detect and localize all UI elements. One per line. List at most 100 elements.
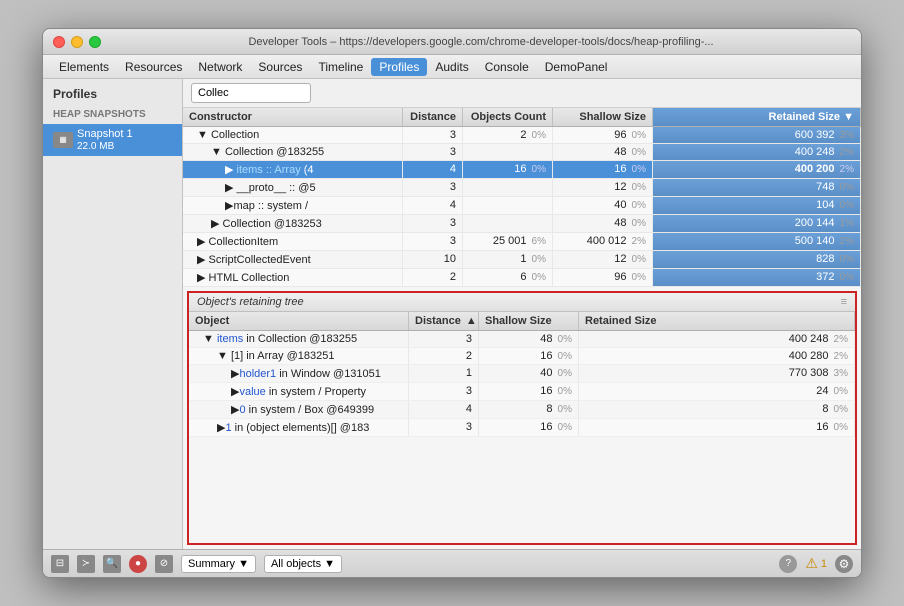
all-objects-dropdown[interactable]: All objects ▼ <box>264 555 342 573</box>
window-title: Developer Tools – https://developers.goo… <box>111 36 851 48</box>
devtools-window: Developer Tools – https://developers.goo… <box>42 28 862 578</box>
retaining-header: Object's retaining tree ≡ <box>189 293 855 312</box>
ret-object: ▶holder1 in Window @131051 <box>189 365 409 382</box>
retaining-row[interactable]: ▶0 in system / Box @649399 4 8 0% 8 0% <box>189 401 855 419</box>
search-icon[interactable]: 🔍 <box>103 555 121 573</box>
retaining-row[interactable]: ▶holder1 in Window @131051 1 40 0% 770 3… <box>189 365 855 383</box>
td-shallow: 48 0% <box>553 215 653 232</box>
td-objects <box>463 215 553 232</box>
td-shallow: 96 0% <box>553 269 653 286</box>
td-distance: 3 <box>403 144 463 160</box>
table-row[interactable]: ▶ HTML Collection 2 6 0% 96 0% 372 0% <box>183 269 861 287</box>
menu-timeline[interactable]: Timeline <box>310 58 371 76</box>
table-row[interactable]: ▶ __proto__ :: @5 3 12 0% 748 0% <box>183 179 861 197</box>
table-row[interactable]: ▼ Collection 3 2 0% 96 0% 600 392 3% <box>183 127 861 144</box>
th-object: Object <box>189 312 409 330</box>
record-icon[interactable]: ● <box>129 555 147 573</box>
menu-profiles[interactable]: Profiles <box>371 58 427 76</box>
ret-object: ▶1 in (object elements)[] @183 <box>189 419 409 436</box>
ret-shallow: 40 0% <box>479 365 579 382</box>
retaining-row[interactable]: ▶1 in (object elements)[] @183 3 16 0% 1… <box>189 419 855 437</box>
ret-retained: 24 0% <box>579 383 855 400</box>
td-objects <box>463 179 553 196</box>
maximize-button[interactable] <box>89 36 101 48</box>
table-row-selected[interactable]: ▶ items :: Array (4 4 16 0% 16 0% 400 20… <box>183 161 861 179</box>
toolbar-row <box>183 79 861 108</box>
table-row[interactable]: ▼ Collection @183255 3 48 0% 400 248 2% <box>183 144 861 161</box>
table-row[interactable]: ▶ Collection @183253 3 48 0% 200 144 1% <box>183 215 861 233</box>
menu-resources[interactable]: Resources <box>117 58 190 76</box>
td-constructor: ▶ ScriptCollectedEvent <box>183 251 403 268</box>
ret-shallow: 16 0% <box>479 419 579 436</box>
menu-sources[interactable]: Sources <box>250 58 310 76</box>
td-retained: 372 0% <box>653 269 861 286</box>
sidebar-item-snapshot1[interactable]: ▦ Snapshot 1 22.0 MB <box>43 124 182 156</box>
gear-icon[interactable]: ⚙ <box>835 555 853 573</box>
content-area: Constructor Distance Objects Count Shall… <box>183 79 861 549</box>
all-objects-arrow-icon: ▼ <box>324 558 335 570</box>
td-distance: 3 <box>403 179 463 196</box>
warning-count: 1 <box>821 558 827 570</box>
td-distance: 4 <box>403 197 463 214</box>
td-objects: 1 0% <box>463 251 553 268</box>
summary-arrow-icon: ▼ <box>238 558 249 570</box>
td-constructor: ▼ Collection @183255 <box>183 144 403 160</box>
summary-dropdown[interactable]: Summary ▼ <box>181 555 256 573</box>
th-objects-count: Objects Count <box>463 108 553 126</box>
td-shallow: 12 0% <box>553 251 653 268</box>
ret-retained: 8 0% <box>579 401 855 418</box>
top-table: Constructor Distance Objects Count Shall… <box>183 108 861 287</box>
panel-icon[interactable]: ⊟ <box>51 555 69 573</box>
td-retained: 500 140 2% <box>653 233 861 250</box>
retaining-tree-section: Object's retaining tree ≡ Object Distanc… <box>187 291 857 545</box>
td-distance: 3 <box>403 127 463 143</box>
ret-retained: 400 280 2% <box>579 348 855 364</box>
menu-network[interactable]: Network <box>190 58 250 76</box>
close-button[interactable] <box>53 36 65 48</box>
table-row[interactable]: ▶ CollectionItem 3 25 001 6% 400 012 2% … <box>183 233 861 251</box>
ret-object: ▶value in system / Property <box>189 383 409 400</box>
td-shallow: 96 0% <box>553 127 653 143</box>
menu-audits[interactable]: Audits <box>427 58 476 76</box>
ret-dist: 1 <box>409 365 479 382</box>
td-constructor: ▶ HTML Collection <box>183 269 403 286</box>
minimize-button[interactable] <box>71 36 83 48</box>
td-shallow: 40 0% <box>553 197 653 214</box>
list-icon[interactable]: ≻ <box>77 555 95 573</box>
main-area: Profiles HEAP SNAPSHOTS ▦ Snapshot 1 22.… <box>43 79 861 549</box>
retaining-row[interactable]: ▼ [1] in Array @183251 2 16 0% 400 280 2… <box>189 348 855 365</box>
td-shallow: 12 0% <box>553 179 653 196</box>
td-shallow: 48 0% <box>553 144 653 160</box>
search-input[interactable] <box>191 83 311 103</box>
menu-elements[interactable]: Elements <box>51 58 117 76</box>
snapshot-icon: ▦ <box>53 132 73 148</box>
menu-console[interactable]: Console <box>477 58 537 76</box>
th-dist: Distance ▲ <box>409 312 479 330</box>
th-constructor: Constructor <box>183 108 403 126</box>
th-shallow2: Shallow Size <box>479 312 579 330</box>
table-header: Constructor Distance Objects Count Shall… <box>183 108 861 127</box>
th-retained: Retained Size ▼ <box>653 108 861 126</box>
td-retained: 104 0% <box>653 197 861 214</box>
ret-object: ▶0 in system / Box @649399 <box>189 401 409 418</box>
td-constructor: ▶ __proto__ :: @5 <box>183 179 403 196</box>
table-row[interactable]: ▶ ScriptCollectedEvent 10 1 0% 12 0% 828… <box>183 251 861 269</box>
ret-retained: 770 308 3% <box>579 365 855 382</box>
retaining-row[interactable]: ▶value in system / Property 3 16 0% 24 0… <box>189 383 855 401</box>
clear-icon[interactable]: ⊘ <box>155 555 173 573</box>
ret-shallow: 8 0% <box>479 401 579 418</box>
retaining-row[interactable]: ▼ items in Collection @183255 3 48 0% 40… <box>189 331 855 348</box>
warning-badge: ⚠ 1 <box>805 555 827 572</box>
table-row[interactable]: ▶map :: system / 4 40 0% 104 0% <box>183 197 861 215</box>
ret-dist: 3 <box>409 331 479 347</box>
retaining-table-header: Object Distance ▲ Shallow Size Retained … <box>189 312 855 331</box>
td-shallow: 400 012 2% <box>553 233 653 250</box>
td-retained: 400 200 2% <box>653 161 861 178</box>
all-objects-label: All objects <box>271 558 321 570</box>
th-distance: Distance <box>403 108 463 126</box>
warning-icon: ⚠ <box>805 555 818 572</box>
sidebar-title: Profiles <box>43 79 182 105</box>
question-icon[interactable]: ? <box>779 555 797 573</box>
menu-demopanel[interactable]: DemoPanel <box>537 58 616 76</box>
td-distance: 3 <box>403 215 463 232</box>
